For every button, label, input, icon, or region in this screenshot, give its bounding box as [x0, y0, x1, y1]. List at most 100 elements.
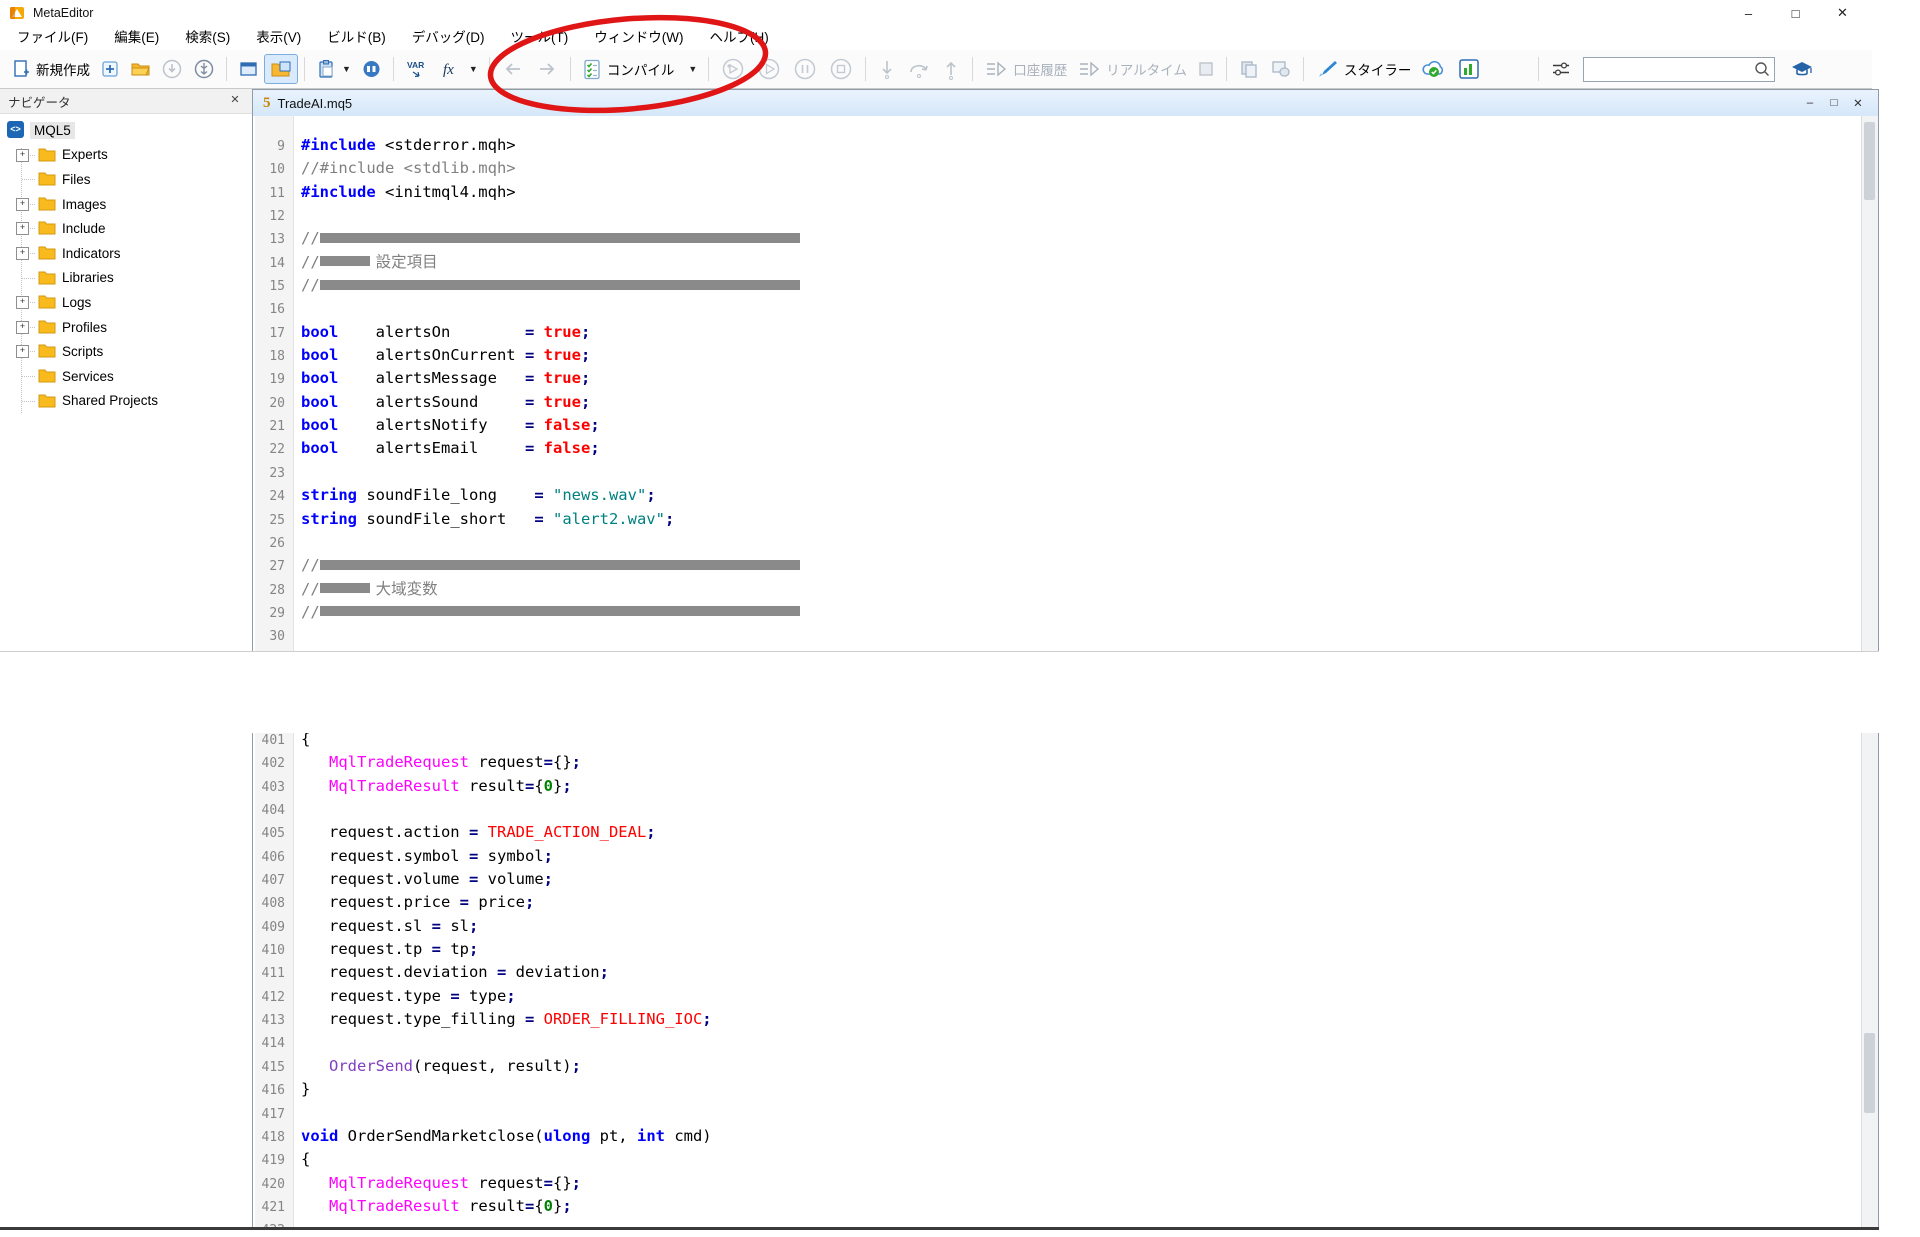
- code-line-410[interactable]: 410 request.tp = tp;: [255, 938, 1861, 961]
- help-education-button[interactable]: [1785, 55, 1819, 83]
- code-line-18[interactable]: 18bool alertsOnCurrent = true;: [255, 344, 1861, 367]
- new-file-button[interactable]: 新規作成: [6, 55, 95, 83]
- tree-item-profiles[interactable]: +Profiles: [0, 315, 252, 340]
- tree-item-scripts[interactable]: +Scripts: [0, 339, 252, 364]
- code-editor-1[interactable]: 9#include <stderror.mqh>10//#include <st…: [253, 116, 1878, 651]
- document-maximize-button[interactable]: □: [1822, 93, 1846, 112]
- maximize-button[interactable]: □: [1772, 0, 1819, 26]
- save-all-button[interactable]: [188, 55, 220, 83]
- paste-dropdown-caret[interactable]: ▼: [342, 64, 351, 74]
- code-line-403[interactable]: 403 MqlTradeResult result={0};: [255, 775, 1861, 798]
- code-line-415[interactable]: 415 OrderSend(request, result);: [255, 1055, 1861, 1078]
- copy-button[interactable]: [1233, 55, 1265, 83]
- code-line-404[interactable]: 404: [255, 798, 1861, 821]
- menu-item-1[interactable]: 編集(E): [101, 26, 172, 50]
- variables-button[interactable]: VAR: [400, 55, 436, 83]
- expand-icon[interactable]: +: [16, 222, 29, 235]
- paste-button[interactable]: ▼: [311, 55, 356, 83]
- tree-item-indicators[interactable]: +Indicators: [0, 241, 252, 266]
- expand-icon[interactable]: +: [16, 198, 29, 211]
- vertical-scrollbar[interactable]: [1861, 116, 1878, 651]
- fx-dropdown-caret[interactable]: ▼: [469, 64, 478, 74]
- document-minimize-button[interactable]: –: [1798, 93, 1822, 112]
- menu-item-3[interactable]: 表示(V): [243, 26, 314, 50]
- code-lines[interactable]: 9#include <stderror.mqh>10//#include <st…: [255, 134, 1861, 651]
- step-out-button[interactable]: [936, 55, 966, 83]
- code-line-26[interactable]: 26: [255, 531, 1861, 554]
- scrollbar-thumb[interactable]: [1864, 1033, 1875, 1113]
- minimize-button[interactable]: –: [1725, 0, 1772, 26]
- code-line-413[interactable]: 413 request.type_filling = ORDER_FILLING…: [255, 1008, 1861, 1031]
- debug-start-button[interactable]: [751, 55, 787, 83]
- navigator-toggle-button[interactable]: [264, 54, 298, 84]
- tree-item-include[interactable]: +Include: [0, 216, 252, 241]
- document-close-button[interactable]: ✕: [1846, 93, 1870, 112]
- expand-icon[interactable]: +: [16, 296, 29, 309]
- menu-item-0[interactable]: ファイル(F): [4, 26, 101, 50]
- code-editor-2[interactable]: 401{402 MqlTradeRequest request={};403 M…: [252, 733, 1879, 1227]
- tree-item-files[interactable]: Files: [0, 167, 252, 192]
- menu-item-8[interactable]: ヘルプ(H): [696, 26, 781, 50]
- save-button[interactable]: [156, 55, 188, 83]
- code-line-407[interactable]: 407 request.volume = volume;: [255, 868, 1861, 891]
- tree-item-services[interactable]: Services: [0, 364, 252, 389]
- code-line-411[interactable]: 411 request.deviation = deviation;: [255, 961, 1861, 984]
- market-button[interactable]: [356, 55, 387, 83]
- step-over-button[interactable]: [902, 55, 936, 83]
- tree-root-mql5[interactable]: <> MQL5: [0, 118, 252, 143]
- menu-item-6[interactable]: ツール(T): [498, 26, 582, 50]
- frame-button[interactable]: [1192, 55, 1220, 83]
- open-button[interactable]: [125, 55, 156, 83]
- menu-item-4[interactable]: ビルド(B): [314, 26, 399, 50]
- menu-item-5[interactable]: デバッグ(D): [399, 26, 498, 50]
- code-line-14[interactable]: 14//設定項目: [255, 251, 1861, 274]
- functions-button[interactable]: fx ▼: [436, 55, 483, 83]
- code-line-418[interactable]: 418void OrderSendMarketclose(ulong pt, i…: [255, 1125, 1861, 1148]
- chart-button[interactable]: [1452, 55, 1486, 83]
- code-line-408[interactable]: 408 request.price = price;: [255, 891, 1861, 914]
- navigator-close-icon[interactable]: ✕: [227, 92, 243, 108]
- code-line-11[interactable]: 11#include <initmql4.mqh>: [255, 181, 1861, 204]
- code-line-16[interactable]: 16: [255, 297, 1861, 320]
- tree-item-images[interactable]: +Images: [0, 192, 252, 217]
- code-line-21[interactable]: 21bool alertsNotify = false;: [255, 414, 1861, 437]
- account-history-button[interactable]: 口座履歴: [979, 55, 1072, 83]
- cloud-button[interactable]: [1416, 55, 1452, 83]
- compile-dropdown-caret[interactable]: ▼: [688, 64, 697, 74]
- search-input[interactable]: [1584, 60, 1753, 79]
- show-window-button[interactable]: [233, 55, 264, 83]
- step-into-button[interactable]: [872, 55, 902, 83]
- menu-item-7[interactable]: ウィンドウ(W): [581, 26, 696, 50]
- code-line-409[interactable]: 409 request.sl = sl;: [255, 915, 1861, 938]
- code-line-15[interactable]: 15//: [255, 274, 1861, 297]
- code-line-27[interactable]: 27//: [255, 554, 1861, 577]
- tree-item-libraries[interactable]: Libraries: [0, 266, 252, 291]
- snippets-button[interactable]: [1265, 55, 1297, 83]
- navigate-forward-button[interactable]: [530, 55, 564, 83]
- code-line-401[interactable]: 401{: [255, 733, 1861, 751]
- tree-item-experts[interactable]: +Experts: [0, 143, 252, 168]
- code-line-17[interactable]: 17bool alertsOn = true;: [255, 321, 1861, 344]
- compile-button[interactable]: コンパイル ▼: [577, 55, 702, 83]
- menu-item-2[interactable]: 検索(S): [172, 26, 243, 50]
- code-line-419[interactable]: 419{: [255, 1148, 1861, 1171]
- expand-icon[interactable]: +: [16, 321, 29, 334]
- code-line-23[interactable]: 23: [255, 461, 1861, 484]
- tree-item-shared-projects[interactable]: Shared Projects: [0, 389, 252, 414]
- tree-item-logs[interactable]: +Logs: [0, 290, 252, 315]
- expand-icon[interactable]: +: [16, 247, 29, 260]
- code-line-19[interactable]: 19bool alertsMessage = true;: [255, 367, 1861, 390]
- debug-stop-button[interactable]: [823, 55, 859, 83]
- document-titlebar[interactable]: 5 TradeAI.mq5 – □ ✕: [253, 90, 1878, 117]
- debug-pause-button[interactable]: [787, 55, 823, 83]
- code-line-412[interactable]: 412 request.type = type;: [255, 985, 1861, 1008]
- search-options-button[interactable]: [1545, 55, 1577, 83]
- code-line-406[interactable]: 406 request.symbol = symbol;: [255, 845, 1861, 868]
- code-line-13[interactable]: 13//: [255, 227, 1861, 250]
- code-line-416[interactable]: 416}: [255, 1078, 1861, 1101]
- code-line-22[interactable]: 22bool alertsEmail = false;: [255, 437, 1861, 460]
- expand-icon[interactable]: +: [16, 345, 29, 358]
- code-line-20[interactable]: 20bool alertsSound = true;: [255, 391, 1861, 414]
- code-line-420[interactable]: 420 MqlTradeRequest request={};: [255, 1172, 1861, 1195]
- code-line-28[interactable]: 28//大域変数: [255, 578, 1861, 601]
